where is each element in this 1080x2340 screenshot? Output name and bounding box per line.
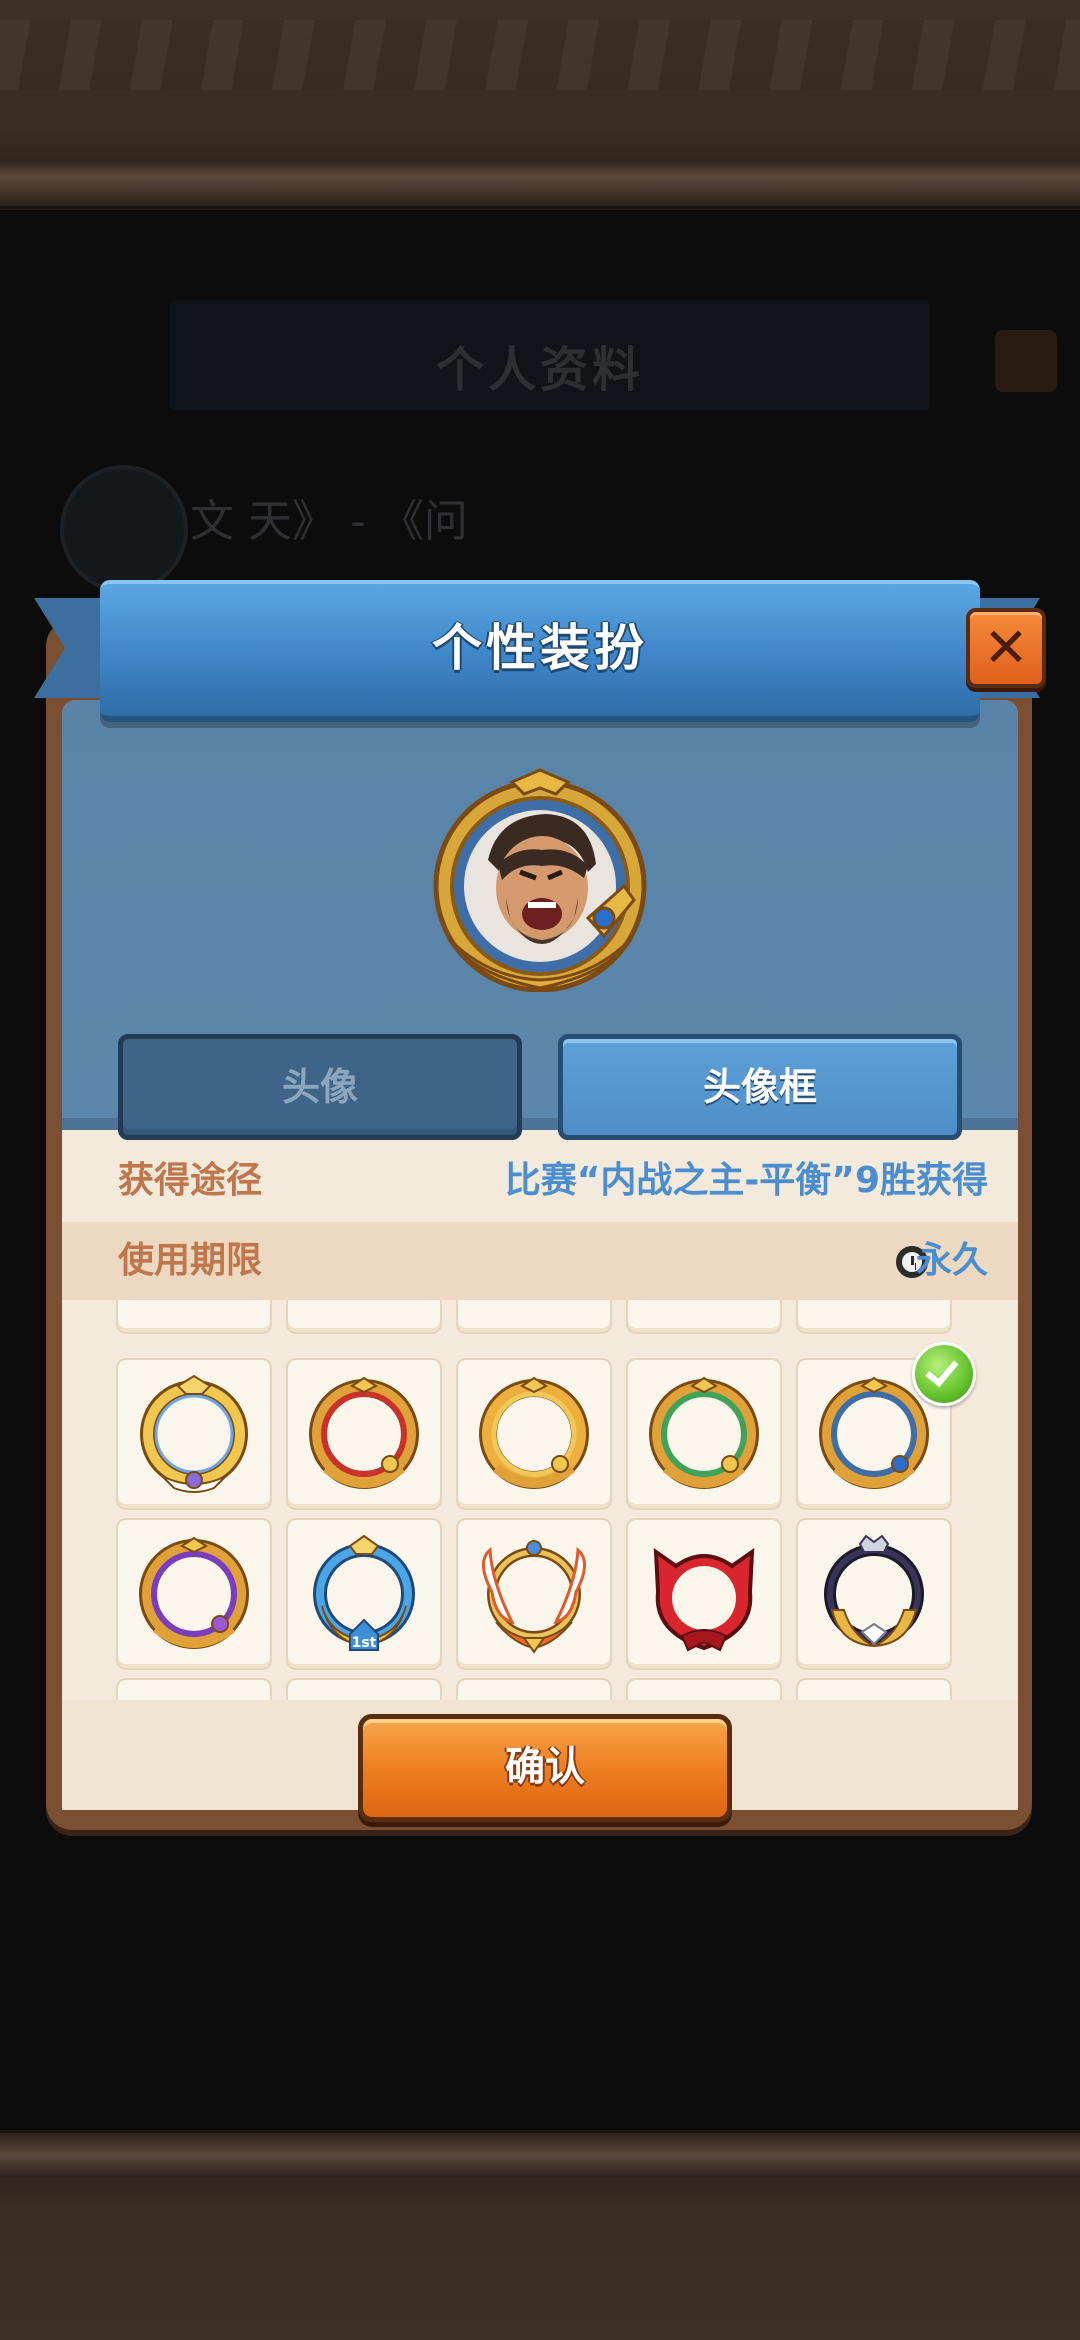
confirm-button[interactable]: 确认 — [358, 1714, 732, 1822]
frame-gold-icon — [479, 1376, 589, 1489]
frame-cell-dark-laurel[interactable] — [796, 1518, 952, 1670]
frame-dark-laurel-icon — [824, 1534, 924, 1647]
frame-grid: 1st — [62, 1300, 1018, 1710]
frame-cell-gold-star[interactable] — [796, 1300, 952, 1334]
selected-check-icon — [912, 1342, 976, 1406]
close-button[interactable]: ✕ — [966, 608, 1046, 688]
frame-cell-red-hood[interactable] — [626, 1518, 782, 1670]
source-label: 获得途径 — [118, 1160, 263, 1201]
frame-red-hood-icon — [653, 1548, 755, 1652]
frame-cell-red-orb[interactable] — [456, 1300, 612, 1334]
source-row: 获得途径 比赛“内战之主-平衡”9胜获得 — [62, 1142, 1018, 1220]
frame-purple-icon — [139, 1536, 249, 1649]
profile-title: 个人资料 — [435, 342, 644, 398]
frame-blue-1st-icon: 1st — [313, 1534, 415, 1651]
duration-row: 使用期限 永久 — [62, 1222, 1018, 1300]
frame-cell-silver-crown[interactable] — [626, 1300, 782, 1334]
first-place-badge: 1st — [352, 1635, 377, 1651]
duration-value: 永久 — [915, 1240, 988, 1281]
profile-close-button — [995, 330, 1057, 392]
duration-label: 使用期限 — [118, 1240, 263, 1281]
frame-cell-phoenix-wings[interactable] — [456, 1518, 612, 1670]
frame-cell-gold[interactable] — [456, 1358, 612, 1510]
profile-avatar — [60, 465, 188, 593]
close-icon: ✕ — [983, 616, 1029, 679]
frame-cell-green[interactable] — [626, 1358, 782, 1510]
frame-cell-red-crown[interactable] — [116, 1300, 272, 1334]
frame-cell-green-crown[interactable] — [286, 1300, 442, 1334]
dialog-title: 个性装扮 — [432, 619, 648, 677]
frame-gold-winged-icon — [140, 1374, 248, 1493]
frame-cell-red[interactable] — [286, 1358, 442, 1510]
frame-red-icon — [309, 1376, 419, 1489]
frame-cell-gold-winged[interactable] — [116, 1358, 272, 1510]
frame-cell-purple[interactable] — [116, 1518, 272, 1670]
frame-cell-blue-1st[interactable]: 1st — [286, 1518, 442, 1670]
profile-name: 文 天》 - 《问 — [190, 496, 468, 547]
wood-frame-bottom-trim — [0, 2130, 1080, 2177]
avatar-preview-image — [433, 768, 647, 993]
avatar-preview — [428, 768, 652, 993]
wood-frame-top-trim — [0, 160, 1080, 209]
frame-green-icon — [649, 1376, 759, 1489]
tab-avatar[interactable]: 头像 — [118, 1034, 522, 1140]
frame-phoenix-wings-icon — [482, 1540, 586, 1654]
tab-avatar-frame[interactable]: 头像框 — [558, 1034, 962, 1140]
source-value: 比赛“内战之主-平衡”9胜获得 — [504, 1160, 988, 1201]
